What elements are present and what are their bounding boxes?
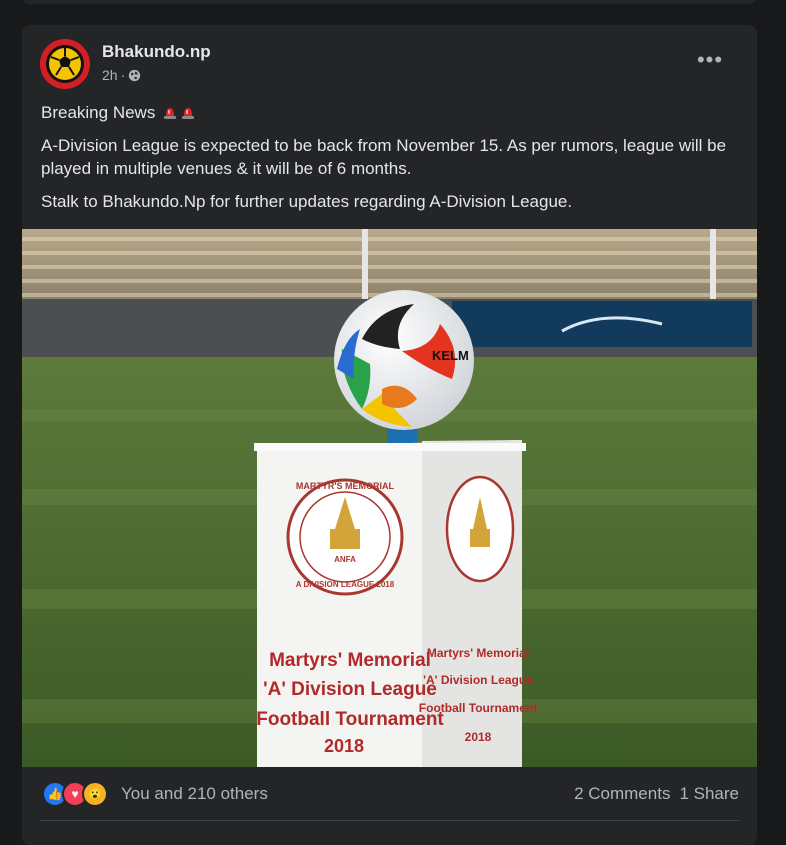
comments-count[interactable]: 2 Comments xyxy=(574,784,670,804)
siren-icon xyxy=(182,108,195,119)
caption-line-1: Martyrs' Memorial xyxy=(269,650,431,671)
post-header: Bhakundo.np 2h · ••• xyxy=(40,39,740,89)
post-footer: 👍 ♥ 😮 You and 210 others 2 Comments 1 Sh… xyxy=(22,767,757,821)
post-text: Breaking News A-Division League is expec… xyxy=(41,101,741,223)
emblem-center-text: ANFA xyxy=(334,555,356,564)
photo-scene: KELM ANFA MARTYR'S MEMORIAL A DIVISION L… xyxy=(22,229,757,767)
emblem-top-text: MARTYR'S MEMORIAL xyxy=(296,481,395,491)
post-card: Bhakundo.np 2h · ••• Breaking News A-Div… xyxy=(22,25,757,845)
meta-separator: · xyxy=(120,67,126,83)
side-caption-line-1: Martyrs' Memorial xyxy=(427,646,529,660)
post-time[interactable]: 2h xyxy=(102,67,118,83)
front-emblem: ANFA MARTYR'S MEMORIAL A DIVISION LEAGUE… xyxy=(286,478,404,596)
caption-line-4: 2018 xyxy=(324,736,364,756)
side-caption-line-2: 'A' Division League xyxy=(423,673,533,687)
globe-icon xyxy=(129,69,141,81)
siren-icon xyxy=(164,108,177,119)
ball-brand: KELM xyxy=(432,348,469,363)
caption-line-2: 'A' Division League xyxy=(263,679,437,700)
reaction-icons[interactable]: 👍 ♥ 😮 xyxy=(42,781,108,807)
footer-divider xyxy=(40,820,739,821)
reactions-summary[interactable]: You and 210 others xyxy=(121,784,268,804)
emblem-bottom-text: A DIVISION LEAGUE 2018 xyxy=(296,580,395,589)
shares-count[interactable]: 1 Share xyxy=(679,784,739,804)
body-paragraph: A-Division League is expected to be back… xyxy=(41,136,727,178)
side-caption-line-3: Football Tournament xyxy=(419,701,537,715)
page-avatar[interactable] xyxy=(40,39,90,89)
side-caption-line-4: 2018 xyxy=(465,730,492,744)
caption-line-3: Football Tournament xyxy=(256,709,444,730)
post-photo[interactable]: KELM ANFA MARTYR'S MEMORIAL A DIVISION L… xyxy=(22,229,757,767)
more-options-button[interactable]: ••• xyxy=(692,49,728,73)
headline-paragraph: Breaking News xyxy=(41,101,741,124)
headline: Breaking News xyxy=(41,103,156,122)
wow-icon: 😮 xyxy=(82,781,108,807)
side-emblem xyxy=(445,475,515,583)
engagement-counts: 2 Comments 1 Share xyxy=(574,784,739,804)
previous-post-card xyxy=(22,0,757,4)
post-meta: 2h · xyxy=(102,67,141,83)
body-paragraph: Stalk to Bhakundo.Np for further updates… xyxy=(41,192,573,211)
page-name[interactable]: Bhakundo.np xyxy=(102,42,211,62)
